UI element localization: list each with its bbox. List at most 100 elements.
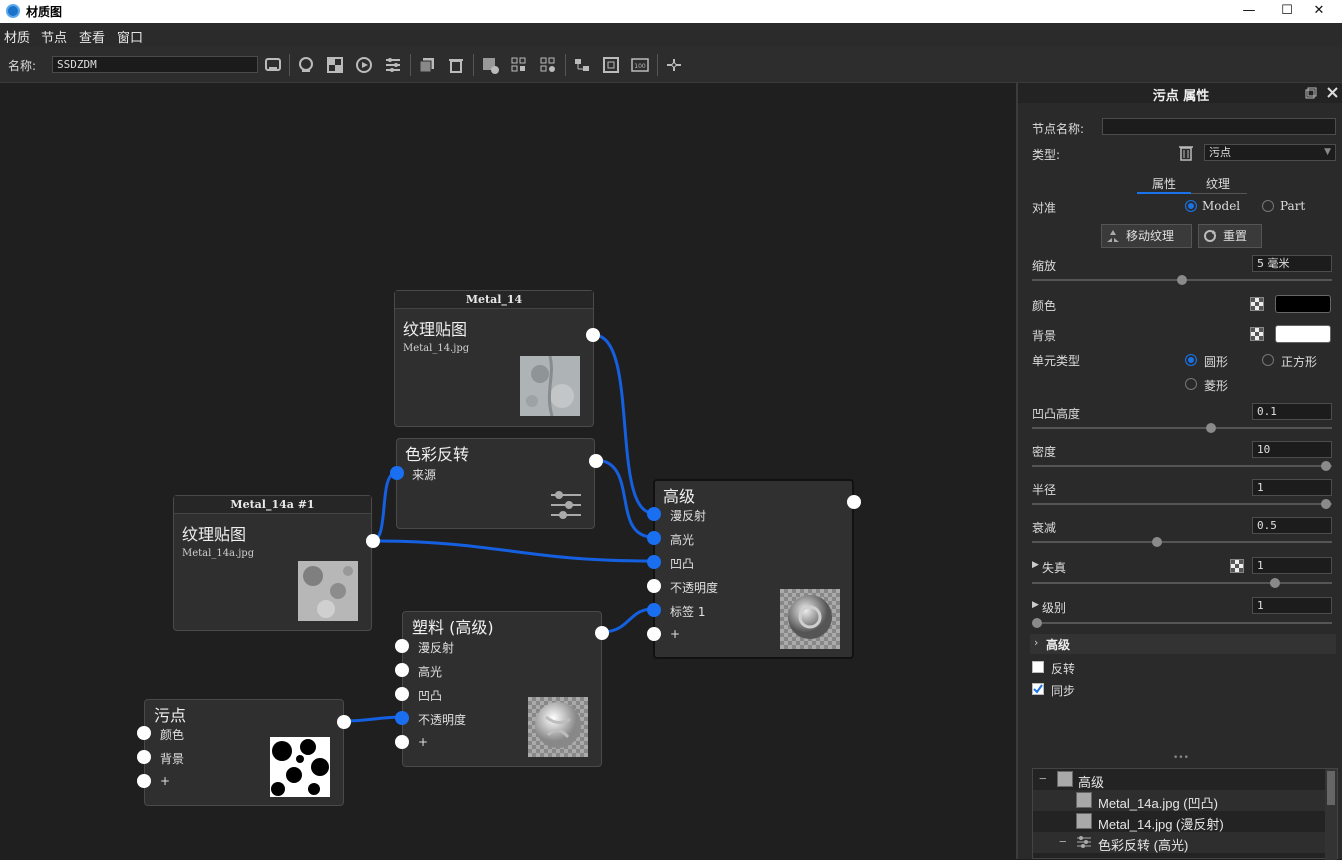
sphere-preview-icon[interactable] bbox=[296, 55, 316, 75]
float-panel-icon[interactable] bbox=[1305, 87, 1317, 99]
menu-view[interactable]: 查看 bbox=[79, 27, 105, 46]
node-graph-canvas[interactable]: Metal_14 纹理贴图 Metal_14.jpg 色彩反转 来源 Metal… bbox=[0, 83, 1016, 859]
distortion-texture-icon[interactable] bbox=[1230, 559, 1244, 573]
input-port-source[interactable] bbox=[389, 465, 405, 481]
output-port[interactable] bbox=[594, 625, 610, 641]
type-select[interactable]: 污点 ▼ bbox=[1204, 144, 1336, 161]
trash-icon[interactable] bbox=[1178, 144, 1194, 161]
bump-height-input[interactable]: 0.1 bbox=[1252, 403, 1332, 420]
tree-item[interactable]: − 色彩反转 (高光) bbox=[1033, 832, 1325, 853]
output-port[interactable] bbox=[365, 533, 381, 549]
distortion-input[interactable]: 1 bbox=[1252, 557, 1332, 574]
expand-arrow-icon[interactable]: ▶ bbox=[1032, 560, 1039, 570]
collapse-icon[interactable]: − bbox=[1059, 834, 1067, 849]
output-port[interactable] bbox=[588, 453, 604, 469]
background-swatch[interactable] bbox=[1275, 325, 1331, 343]
input-port-add[interactable] bbox=[136, 773, 152, 789]
density-slider-handle[interactable] bbox=[1321, 461, 1331, 471]
duplicate-icon[interactable] bbox=[417, 55, 437, 75]
sliders-icon[interactable] bbox=[383, 55, 403, 75]
invert-checkbox[interactable] bbox=[1032, 661, 1044, 673]
scale-input[interactable]: 5 毫米 bbox=[1252, 255, 1332, 272]
color-swatch[interactable] bbox=[1275, 295, 1331, 313]
radius-slider[interactable] bbox=[1032, 503, 1332, 505]
connect-icon[interactable] bbox=[664, 55, 684, 75]
input-port-background[interactable] bbox=[136, 749, 152, 765]
menu-material[interactable]: 材质 bbox=[4, 27, 30, 46]
tree-scrollbar[interactable] bbox=[1325, 769, 1337, 860]
input-port-label1[interactable] bbox=[646, 602, 662, 618]
bump-height-slider-handle[interactable] bbox=[1206, 423, 1216, 433]
distortion-slider[interactable] bbox=[1032, 582, 1332, 584]
close-button[interactable]: ✕ bbox=[1296, 0, 1342, 23]
sync-checkbox[interactable] bbox=[1032, 683, 1044, 695]
input-port-add[interactable] bbox=[394, 734, 410, 750]
node-name-input[interactable] bbox=[1102, 118, 1336, 135]
align-part-radio[interactable] bbox=[1262, 200, 1274, 212]
falloff-slider[interactable] bbox=[1032, 541, 1332, 543]
tree-item[interactable]: − 高级 bbox=[1033, 769, 1325, 790]
play-icon[interactable] bbox=[354, 55, 374, 75]
output-port[interactable] bbox=[846, 494, 862, 510]
node-advanced[interactable]: 高级 漫反射 高光 凹凸 不透明度 标签 1 + bbox=[647, 479, 861, 659]
save-icon[interactable] bbox=[263, 55, 283, 75]
cell-diamond-radio[interactable] bbox=[1185, 378, 1197, 390]
tree-item[interactable]: Metal_14a.jpg (凹凸) bbox=[1033, 790, 1325, 811]
input-port-specular[interactable] bbox=[646, 530, 662, 546]
level-slider-handle[interactable] bbox=[1032, 618, 1042, 628]
input-port-opacity[interactable] bbox=[646, 578, 662, 594]
tab-properties[interactable]: 属性 bbox=[1152, 175, 1176, 192]
input-port-diffuse[interactable] bbox=[646, 506, 662, 522]
density-slider[interactable] bbox=[1032, 465, 1332, 467]
tree-item[interactable]: Metal_14.jpg (漫反射) bbox=[1033, 811, 1325, 832]
add-node-icon[interactable] bbox=[480, 55, 500, 75]
input-port-bump[interactable] bbox=[394, 686, 410, 702]
radius-slider-handle[interactable] bbox=[1321, 499, 1331, 509]
menu-node[interactable]: 节点 bbox=[41, 27, 67, 46]
collapse-icon[interactable]: − bbox=[1039, 771, 1047, 786]
color-texture-icon[interactable] bbox=[1250, 297, 1264, 311]
input-port-add[interactable] bbox=[646, 626, 662, 642]
delete-icon[interactable] bbox=[446, 55, 466, 75]
fit-view-icon[interactable] bbox=[601, 55, 621, 75]
checker-icon[interactable] bbox=[325, 55, 345, 75]
density-input[interactable]: 10 bbox=[1252, 441, 1332, 458]
radius-input[interactable]: 1 bbox=[1252, 479, 1332, 496]
input-port-opacity[interactable] bbox=[394, 710, 410, 726]
input-port-diffuse[interactable] bbox=[394, 638, 410, 654]
resize-handle-icon[interactable]: ••• bbox=[1173, 753, 1189, 763]
expand-arrow-icon[interactable]: ▶ bbox=[1032, 600, 1039, 610]
output-port[interactable] bbox=[336, 714, 352, 730]
bump-height-slider[interactable] bbox=[1032, 427, 1332, 429]
close-panel-icon[interactable] bbox=[1326, 86, 1339, 99]
node-metal14[interactable]: Metal_14 纹理贴图 Metal_14.jpg bbox=[394, 290, 600, 427]
background-texture-icon[interactable] bbox=[1250, 327, 1264, 341]
tab-texture[interactable]: 纹理 bbox=[1206, 175, 1230, 192]
falloff-slider-handle[interactable] bbox=[1152, 537, 1162, 547]
node-plastic-advanced[interactable]: 塑料 (高级) 漫反射 高光 凹凸 不透明度 + bbox=[395, 611, 609, 767]
node-metal14a[interactable]: Metal_14a #1 纹理贴图 Metal_14a.jpg bbox=[173, 495, 380, 631]
material-name-input[interactable]: SSDZDM bbox=[52, 56, 258, 73]
arrange-icon[interactable] bbox=[572, 55, 592, 75]
input-port-color[interactable] bbox=[136, 725, 152, 741]
move-texture-button[interactable]: 移动纹理 bbox=[1101, 224, 1192, 248]
output-port[interactable] bbox=[585, 327, 601, 343]
node-color-invert[interactable]: 色彩反转 来源 bbox=[390, 438, 603, 529]
distortion-label[interactable]: 失真 bbox=[1042, 559, 1066, 576]
cell-circle-radio[interactable] bbox=[1185, 354, 1197, 366]
menu-window[interactable]: 窗口 bbox=[117, 27, 143, 46]
nodes-grid-icon[interactable] bbox=[509, 55, 529, 75]
cell-square-radio[interactable] bbox=[1262, 354, 1274, 366]
node-stain[interactable]: 污点 颜色 背景 + bbox=[137, 699, 351, 806]
level-slider[interactable] bbox=[1032, 622, 1332, 624]
input-port-bump[interactable] bbox=[646, 554, 662, 570]
align-model-radio[interactable] bbox=[1185, 200, 1197, 212]
falloff-input[interactable]: 0.5 bbox=[1252, 517, 1332, 534]
advanced-section-header[interactable]: › 高级 bbox=[1030, 634, 1336, 654]
input-port-specular[interactable] bbox=[394, 662, 410, 678]
distortion-slider-handle[interactable] bbox=[1270, 578, 1280, 588]
level-input[interactable]: 1 bbox=[1252, 597, 1332, 614]
level-label[interactable]: 级别 bbox=[1042, 599, 1066, 616]
scale-slider-handle[interactable] bbox=[1177, 275, 1187, 285]
reset-button[interactable]: 重置 bbox=[1198, 224, 1262, 248]
